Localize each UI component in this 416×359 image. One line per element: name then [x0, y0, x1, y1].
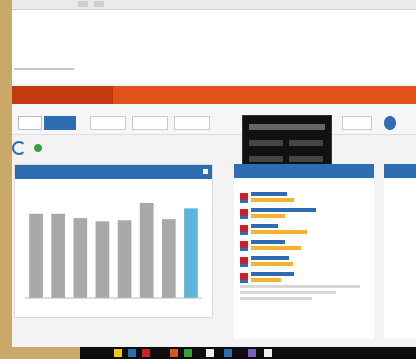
app-icon[interactable]	[184, 349, 192, 357]
rankings-footer	[240, 282, 360, 302]
ranking-name	[251, 272, 295, 276]
chart-bar[interactable]	[184, 208, 198, 298]
status-icon	[34, 143, 42, 152]
ranking-name	[251, 208, 316, 212]
app-icon[interactable]	[248, 349, 256, 357]
dropdown-option[interactable]	[249, 156, 283, 162]
nav-item-3[interactable]	[214, 86, 315, 104]
ranking-name	[251, 192, 287, 196]
ranking-bar	[251, 246, 301, 250]
dropdown-header	[249, 124, 325, 130]
ranking-row[interactable]	[240, 192, 368, 203]
side-panel-header	[384, 164, 416, 178]
side-panel	[384, 164, 416, 339]
flag-icon	[240, 241, 248, 251]
ranking-name	[251, 240, 286, 244]
ranking-row[interactable]	[240, 224, 368, 235]
site-header	[12, 32, 416, 84]
dropdown-option[interactable]	[249, 140, 283, 146]
panel-menu-icon[interactable]	[203, 169, 208, 174]
chart-bar[interactable]	[95, 221, 110, 298]
folder-icon[interactable]	[114, 349, 122, 357]
app-icon[interactable]	[206, 349, 214, 357]
ranking-row[interactable]	[240, 256, 368, 267]
dropdown-option[interactable]	[289, 140, 323, 146]
app-icon[interactable]	[170, 349, 178, 357]
rankings-panel-header	[234, 164, 374, 178]
bar-chart	[25, 202, 202, 299]
flag-icon	[240, 193, 248, 203]
filter-select-4[interactable]	[342, 116, 372, 130]
ranking-bar	[251, 230, 307, 234]
ranking-name	[251, 224, 278, 228]
flag-icon	[240, 257, 248, 267]
filter-toolbar	[12, 104, 416, 135]
maximize-icon[interactable]	[94, 1, 104, 7]
chart-bar[interactable]	[139, 202, 154, 298]
minimize-icon[interactable]	[78, 1, 88, 7]
ranking-row[interactable]	[240, 208, 368, 219]
ranking-bar	[251, 262, 294, 266]
filter-select-3[interactable]	[174, 116, 210, 130]
toolbar-button-1[interactable]	[18, 116, 42, 130]
filter-select-1[interactable]	[90, 116, 126, 130]
nav-item-2[interactable]	[113, 86, 214, 104]
app-icon[interactable]	[224, 349, 232, 357]
chart-bar[interactable]	[51, 213, 66, 298]
ranking-row[interactable]	[240, 272, 368, 283]
address-bar[interactable]	[12, 10, 416, 33]
flag-icon	[240, 225, 248, 235]
nav-item-1[interactable]	[12, 86, 113, 104]
chart-bar[interactable]	[29, 213, 43, 298]
ranking-bar	[251, 198, 295, 202]
taskbar	[80, 347, 416, 359]
ranking-bar	[251, 214, 286, 218]
browser-window	[12, 0, 416, 347]
chart-bar[interactable]	[117, 220, 132, 298]
chart-panel	[14, 164, 213, 318]
chart-bar[interactable]	[73, 218, 88, 298]
app-icon[interactable]	[142, 349, 150, 357]
ranking-row[interactable]	[240, 240, 368, 251]
browser-icon[interactable]	[128, 349, 136, 357]
filter-select-2[interactable]	[132, 116, 168, 130]
refresh-icon[interactable]	[12, 140, 26, 155]
help-icon[interactable]	[384, 116, 396, 130]
main-nav	[12, 86, 416, 104]
chart-bar[interactable]	[161, 219, 176, 298]
site-tagline-bar	[14, 68, 74, 70]
app-icon[interactable]	[264, 349, 272, 357]
nav-item-4[interactable]	[315, 86, 416, 104]
flag-icon	[240, 209, 248, 219]
toolbar-button-2[interactable]	[44, 116, 76, 130]
rankings-panel	[234, 164, 374, 339]
chart-panel-header	[15, 165, 212, 179]
page-heading	[12, 140, 42, 155]
ranking-name	[251, 256, 289, 260]
title-bar	[12, 0, 416, 10]
dropdown-option[interactable]	[289, 156, 323, 162]
